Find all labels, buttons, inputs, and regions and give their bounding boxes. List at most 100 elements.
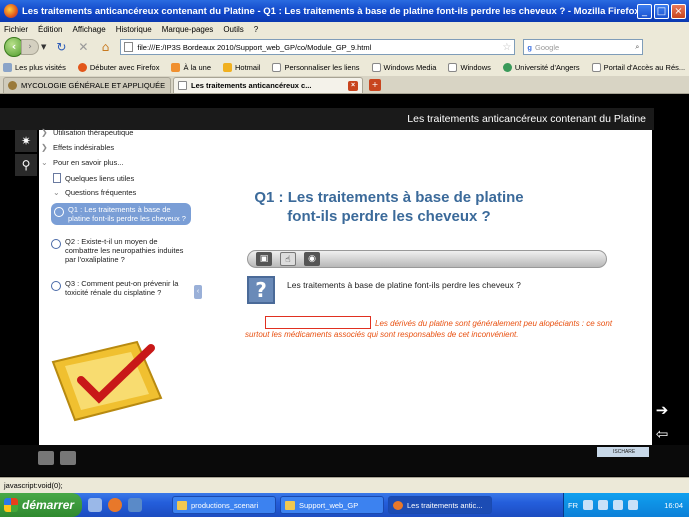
question-title: Q1 : Les traitements à base de platine f… [254,189,524,225]
menu-marque-pages[interactable]: Marque-pages [162,25,214,34]
left-toolbar: ✷ ⚲ [13,128,39,188]
google-icon: g [527,42,532,52]
wand-icon[interactable]: ⚲ [15,154,37,176]
tree-item[interactable]: ❯ Utilisation thérapeutique [41,128,133,137]
navigation-toolbar: ‹ › ▼ ↻ ✕ ⌂ file:///E:/IP3S Bordeaux 201… [0,36,689,58]
film-icon[interactable]: ▣ [256,252,272,266]
taskbar-item-productions[interactable]: productions_scenari [172,496,276,514]
menu-bar: Fichier Édition Affichage Historique Mar… [0,22,689,36]
reload-icon[interactable]: ↻ [53,39,69,55]
chevron-right-icon: ❯ [41,143,48,152]
quicklaunch-ie-icon[interactable] [88,498,102,512]
page-content: Les traitements anticancéreux contenant … [0,95,689,476]
answer-text: Les dérivés du platine sont généralement… [245,319,613,339]
bookmark-item[interactable]: Windows Media [371,62,436,72]
menu-edition[interactable]: Édition [38,25,62,34]
taskbar-item-firefox[interactable]: Les traitements antic... [388,496,492,514]
outline-tree: ❯ Utilisation thérapeutique ❯ Effets ind… [39,128,204,308]
quicklaunch-firefox-icon[interactable] [108,498,122,512]
bookmark-icon [77,62,87,72]
status-bar: javascript:void(0); [0,477,689,493]
start-button[interactable]: démarrer [0,493,82,517]
forward-button[interactable]: › [21,39,39,55]
search-icon[interactable]: ⌕ [635,42,642,52]
stop-icon[interactable]: ✕ [75,39,91,55]
tree-item[interactable]: ⌄ Pour en savoir plus... [41,158,123,167]
volume-icon[interactable] [628,500,638,510]
page-icon [448,62,458,72]
tree-item[interactable]: ⌄ Questions fréquentes [53,188,136,197]
page-icon [272,62,282,72]
address-bar[interactable]: file:///E:/IP3S Bordeaux 2010/Support_we… [120,39,516,55]
page-icon [591,62,601,72]
menu-help[interactable]: ? [254,25,258,34]
url-text: file:///E:/IP3S Bordeaux 2010/Support_we… [137,42,372,52]
tab-close-icon[interactable]: × [348,80,358,91]
search-placeholder: Google [534,42,560,52]
windows-flag-icon [4,498,18,512]
tray-icon[interactable] [583,500,593,510]
close-button[interactable]: × [671,3,686,19]
tree-item[interactable]: Quelques liens utiles [53,173,134,183]
print-icon[interactable] [38,451,54,465]
page-icon [124,42,134,52]
media-toolbar: ▣ ☝ ◉ [247,250,607,268]
question-item-q1[interactable]: Q1 : Les traitements à base de platine f… [51,203,191,225]
tab-traitements[interactable]: Les traitements anticancéreux c... × [173,77,363,93]
document-icon [53,173,61,183]
previous-arrow-icon[interactable]: ⇦ [653,425,671,443]
firefox-icon [4,4,18,18]
bookmark-item[interactable]: Les plus visités [3,62,66,72]
language-indicator[interactable]: FR [568,501,578,510]
tab-favicon [8,81,17,90]
next-arrow-icon[interactable]: ➔ [653,401,671,419]
menu-fichier[interactable]: Fichier [4,25,28,34]
new-tab-icon[interactable]: + [369,79,381,91]
chevron-down-icon: ⌄ [41,158,48,167]
window-titlebar: Les traitements anticancéreux contenant … [0,0,689,22]
hand-pointer-icon[interactable]: ☝ [280,252,296,266]
minimize-button[interactable]: _ [637,3,652,19]
bookmark-item[interactable]: Portail d'Accès au Rés... [591,62,685,72]
window-title: Les traitements anticancéreux contenant … [22,5,637,17]
tab-mycologie[interactable]: MYCOLOGIE GÉNÉRALE ET APPLIQUÉE ... [3,77,171,93]
globe-icon [502,62,512,72]
folder-icon [177,500,187,510]
tray-icon[interactable] [613,500,623,510]
bookmark-star-icon[interactable]: ☆ [502,42,514,53]
tree-scroll-handle[interactable]: ‹ [194,285,202,299]
taskbar-item-support[interactable]: Support_web_GP [280,496,384,514]
question-item-q2[interactable]: Q2 : Existe-t-il un moyen de combattre l… [51,237,191,264]
search-box[interactable]: g Google ⌕ [523,39,644,55]
menu-historique[interactable]: Historique [116,25,152,34]
home-icon[interactable]: ⌂ [97,39,113,55]
document-icon[interactable] [60,451,76,465]
bookmark-item[interactable]: Personnaliser les liens [272,62,360,72]
bookmark-icon [3,62,12,72]
tab-favicon [178,81,187,90]
history-dropdown-icon[interactable]: ▼ [41,43,46,51]
star-burst-icon[interactable]: ✷ [15,130,37,152]
tray-icon[interactable] [598,500,608,510]
bookmark-item[interactable]: À la une [171,62,211,72]
tree-item[interactable]: ❯ Effets indésirables [41,143,114,152]
menu-outils[interactable]: Outils [223,25,243,34]
question-mark-icon: ? [247,276,275,304]
firefox-icon [393,500,403,510]
module-footer [0,445,689,476]
question-icon [51,239,61,249]
chevron-down-icon: ⌄ [53,188,60,197]
bookmark-item[interactable]: Windows [448,62,491,72]
eye-icon[interactable]: ◉ [304,252,320,266]
menu-affichage[interactable]: Affichage [72,25,105,34]
bookmark-item[interactable]: Université d'Angers [502,62,580,72]
bookmark-item[interactable]: Débuter avec Firefox [77,62,159,72]
system-tray: FR 16:04 [563,493,689,517]
question-item-q3[interactable]: Q3 : Comment peut-on prévenir la toxicit… [51,279,191,304]
windows-taskbar: démarrer productions_scenari Support_web… [0,493,689,517]
quicklaunch-desktop-icon[interactable] [128,498,142,512]
bookmark-item[interactable]: Hotmail [223,62,260,72]
checkbox-illustration [51,340,163,422]
maximize-button[interactable]: □ [654,3,669,19]
module-header: Les traitements anticancéreux contenant … [0,108,654,130]
